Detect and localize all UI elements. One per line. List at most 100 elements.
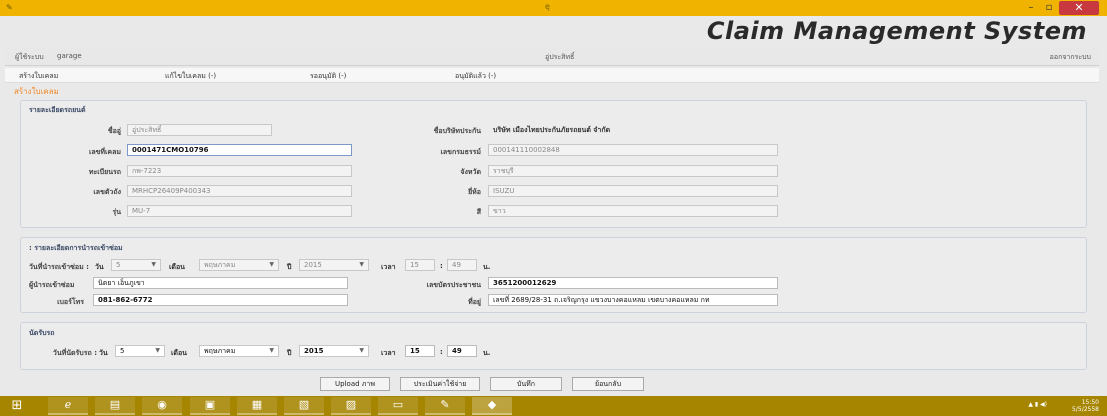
pickup-date-label: วันที่นัดรับรถ : [52,349,97,357]
menu-edit-claim[interactable]: แก้ไขใบเคลม (-) [165,71,216,82]
logout-link[interactable]: ออกจากระบบ [1050,52,1091,63]
color-field[interactable]: ขาว [488,205,778,217]
pickup-title: นัดรับรถ [29,329,55,337]
window-caption: ę [545,2,550,11]
pickup-appointment-panel: นัดรับรถ วันที่นัดรับรถ : วัน 5 ▼ เดือน พ… [20,322,1087,370]
car-details-title: รายละเอียดรถยนต์ [29,106,86,114]
repair-year-select[interactable]: 2015 ▼ [299,259,369,271]
chevron-down-icon: ▼ [269,347,274,354]
repair-time-label: เวลา [381,263,396,271]
minimize-icon[interactable]: – [1022,1,1040,15]
user-value: garage [57,52,82,60]
repair-details-panel: : รายละเอียดการนำรถเข้าซ่อม วันที่นำรถเข… [20,237,1087,313]
policy-label: เลขกรมธรรม์ [440,148,482,156]
phone-label: เบอร์โทร [57,298,84,306]
pickup-day-value: 5 [120,347,125,355]
app-icon: ✎ [6,3,13,12]
file-explorer-icon[interactable]: ▤ [95,397,135,415]
ie-icon[interactable]: ℯ [48,397,88,415]
garage-label: ชื่ออู่ [107,127,121,135]
insurer-label: ชื่อบริษัทประกัน [433,127,481,135]
upload-image-button[interactable]: Upload ภาพ [320,377,390,391]
pickup-time-label: เวลา [381,349,396,357]
chevron-down-icon: ▼ [359,261,364,268]
repair-minute-field[interactable]: 49 [447,259,477,271]
save-button[interactable]: บันทึก [490,377,562,391]
close-icon[interactable]: ✕ [1059,1,1099,15]
chassis-label: เลขตัวถัง [93,188,121,196]
system-tray[interactable]: ▲ ▮ ◀) [1028,401,1047,408]
chassis-field[interactable]: MRHCP26409P400343 [127,185,352,197]
pickup-day-select[interactable]: 5 ▼ [115,345,165,357]
pickup-year-select[interactable]: 2015 ▼ [299,345,369,357]
repair-date-label: วันที่นำรถเข้าซ่อม : [29,263,89,271]
province-label: จังหวัด [460,168,481,176]
repair-year-label: ปี [287,263,292,271]
clock-date: 5/5/2558 [1072,406,1099,413]
paint-icon[interactable]: ✎ [425,397,465,415]
pickup-day-label: วัน [99,349,108,357]
chrome-icon[interactable]: ◉ [142,397,182,415]
address-field[interactable]: เลขที่ 2689/28-31 ถ.เจริญกรุง แขวงบางคอแ… [488,294,778,306]
repair-details-title: : รายละเอียดการนำรถเข้าซ่อม [29,244,123,252]
color-label: สี [476,208,481,216]
garage-field[interactable]: อู่ประสิทธิ์ [127,124,272,136]
time-separator: : [440,262,443,270]
pickup-year-value: 2015 [304,347,324,355]
brand-field[interactable]: ISUZU [488,185,778,197]
repair-month-value: พฤษภาคม [204,261,236,269]
menu-pending[interactable]: รออนุมัติ (-) [310,71,346,82]
repair-hour-field[interactable]: 15 [405,259,435,271]
person-field[interactable]: นิตยา เอ็นภูเขา [93,277,348,289]
repair-day-select[interactable]: 5 ▼ [111,259,161,271]
app-title: Claim Management System [706,17,1087,45]
chevron-down-icon: ▼ [155,347,160,354]
taskbar-clock[interactable]: 15:50 5/5/2558 [1072,399,1099,413]
policy-field[interactable]: 000141110002848 [488,144,778,156]
company-name: อู่ประสิทธิ์ [545,53,575,61]
car-details-panel: รายละเอียดรถยนต์ ชื่ออู่ อู่ประสิทธิ์ เล… [20,100,1087,228]
model-field[interactable]: MU-7 [127,205,352,217]
repair-day-label: วัน [95,263,104,271]
plate-label: ทะเบียนรถ [88,168,121,176]
app-store-icon[interactable]: ▣ [190,397,230,415]
pickup-year-label: ปี [287,349,292,357]
repair-month-label: เดือน [169,263,185,271]
claim-no-field[interactable]: 0001471CMO10796 [127,144,352,156]
phone-field[interactable]: 081-862-6772 [93,294,348,306]
chevron-down-icon: ▼ [359,347,364,354]
person-label: ผู้นำรถเข้าซ่อม [29,281,75,289]
claim-app-taskbar-icon[interactable]: ◆ [472,397,512,415]
maximize-icon[interactable]: ▫ [1040,1,1058,15]
repair-year-value: 2015 [304,261,322,269]
clock-time: 15:50 [1081,399,1099,406]
windows-start-icon[interactable]: ⊞ [8,399,26,413]
pickup-month-select[interactable]: พฤษภาคม ▼ [199,345,279,357]
estimate-cost-button[interactable]: ประเมินค่าใช้จ่าย [400,377,480,391]
user-bar: ผู้ใช้ระบบ garage อู่ประสิทธิ์ ออกจากระบ… [5,48,1099,66]
project-icon[interactable]: ▧ [284,397,324,415]
back-button[interactable]: ย้อนกลับ [572,377,644,391]
pickup-time-unit: น. [483,349,491,357]
media-icon[interactable]: ▭ [378,397,418,415]
model-label: รุ่น [112,208,121,216]
word-icon[interactable]: ▨ [331,397,371,415]
plate-field[interactable]: กพ-7223 [127,165,352,177]
province-field[interactable]: ราชบุรี [488,165,778,177]
menu-bar: สร้างใบเคลม แก้ไขใบเคลม (-) รออนุมัติ (-… [5,68,1099,83]
menu-approved[interactable]: อนุมัติแล้ว (-) [455,71,496,82]
user-label: ผู้ใช้ระบบ [15,53,44,61]
pickup-hour-field[interactable]: 15 [405,345,435,357]
menu-create-claim[interactable]: สร้างใบเคลม [19,71,58,82]
idcard-field[interactable]: 3651200012629 [488,277,778,289]
excel-icon[interactable]: ▦ [237,397,277,415]
repair-month-select[interactable]: พฤษภาคม ▼ [199,259,279,271]
address-label: ที่อยู่ [468,298,481,306]
chevron-down-icon: ▼ [151,261,156,268]
taskbar: ⊞ ℯ ▤ ◉ ▣ ▦ ▧ ▨ ▭ ✎ ◆ ▲ ▮ ◀) 15:50 5/5/2… [0,396,1107,416]
repair-day-value: 5 [116,261,121,269]
pickup-month-value: พฤษภาคม [204,347,236,355]
insurer-field: บริษัท เมืองไทยประกันภัยรถยนต์ จำกัด [488,124,768,136]
claim-no-label: เลขที่เคลม [88,148,121,156]
pickup-minute-field[interactable]: 49 [447,345,477,357]
